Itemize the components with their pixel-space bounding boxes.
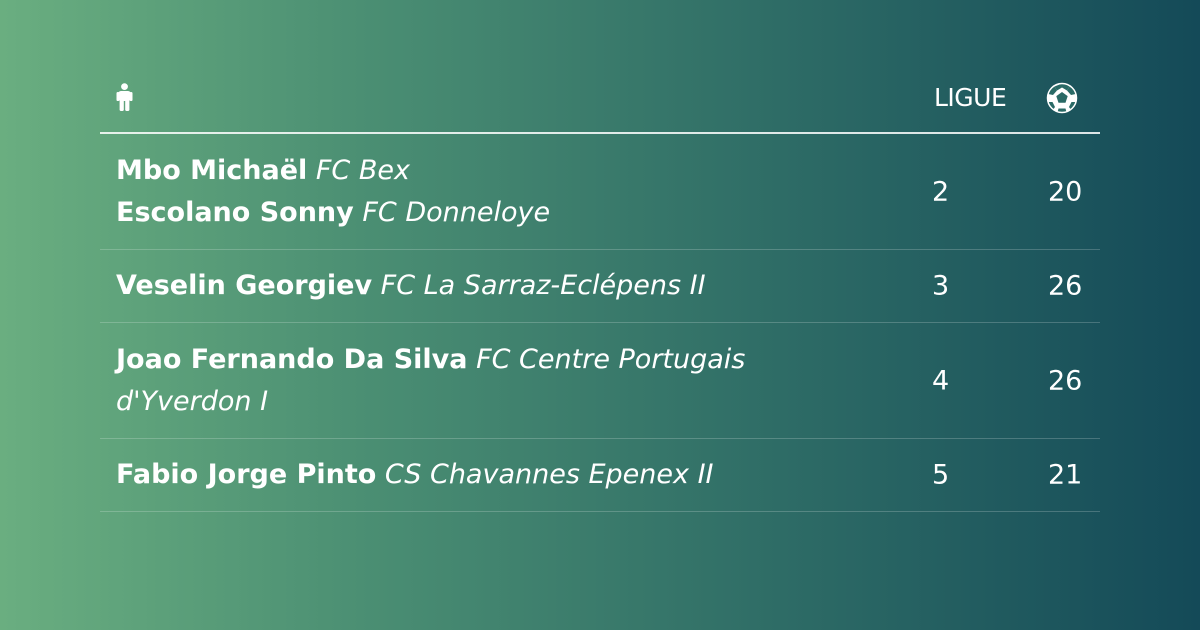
person-icon bbox=[116, 83, 133, 111]
players-cell: Joao Fernando Da Silva FC Centre Portuga… bbox=[116, 339, 806, 423]
scorers-table: LIGUE Mbo Michaël FC Bex Escolano Sonny … bbox=[100, 72, 1100, 512]
ligue-value: 3 bbox=[932, 270, 950, 302]
player-club: FC La Sarraz-Eclépens II bbox=[380, 270, 706, 301]
soccer-ball-icon bbox=[1046, 82, 1078, 114]
players-cell: Veselin Georgiev FC La Sarraz-Eclépens I… bbox=[116, 265, 806, 307]
players-cell: Mbo Michaël FC Bex Escolano Sonny FC Don… bbox=[116, 150, 806, 234]
table-row: Veselin Georgiev FC La Sarraz-Eclépens I… bbox=[100, 250, 1100, 323]
goals-value: 26 bbox=[1048, 270, 1083, 302]
player-name: Escolano Sonny bbox=[116, 196, 354, 228]
players-cell: Fabio Jorge Pinto CS Chavannes Epenex II bbox=[116, 454, 806, 496]
player-name: Joao Fernando Da Silva bbox=[116, 343, 468, 375]
player-club: CS Chavannes Epenex II bbox=[384, 459, 714, 490]
goals-value: 21 bbox=[1048, 459, 1083, 491]
player-entry: Fabio Jorge Pinto CS Chavannes Epenex II bbox=[116, 454, 806, 496]
player-entry: Escolano Sonny FC Donneloye bbox=[116, 192, 806, 234]
table-header: LIGUE bbox=[100, 72, 1100, 134]
ligue-column-header: LIGUE bbox=[934, 83, 1007, 112]
player-name: Veselin Georgiev bbox=[116, 270, 373, 301]
player-name: Fabio Jorge Pinto bbox=[116, 459, 377, 490]
ligue-value: 4 bbox=[932, 365, 950, 396]
player-entry: Mbo Michaël FC Bex bbox=[116, 150, 806, 192]
table-row: Mbo Michaël FC Bex Escolano Sonny FC Don… bbox=[100, 134, 1100, 250]
goals-value: 20 bbox=[1048, 176, 1083, 207]
player-club: FC Bex bbox=[315, 154, 410, 186]
ligue-value: 5 bbox=[932, 459, 950, 491]
player-entry: Veselin Georgiev FC La Sarraz-Eclépens I… bbox=[116, 265, 806, 307]
table-row: Fabio Jorge Pinto CS Chavannes Epenex II… bbox=[100, 439, 1100, 512]
goals-value: 26 bbox=[1048, 365, 1083, 396]
player-entry: Joao Fernando Da Silva FC Centre Portuga… bbox=[116, 339, 806, 423]
table-row: Joao Fernando Da Silva FC Centre Portuga… bbox=[100, 323, 1100, 439]
player-club: FC Donneloye bbox=[362, 196, 551, 228]
ligue-value: 2 bbox=[932, 176, 950, 207]
player-name: Mbo Michaël bbox=[116, 154, 308, 186]
